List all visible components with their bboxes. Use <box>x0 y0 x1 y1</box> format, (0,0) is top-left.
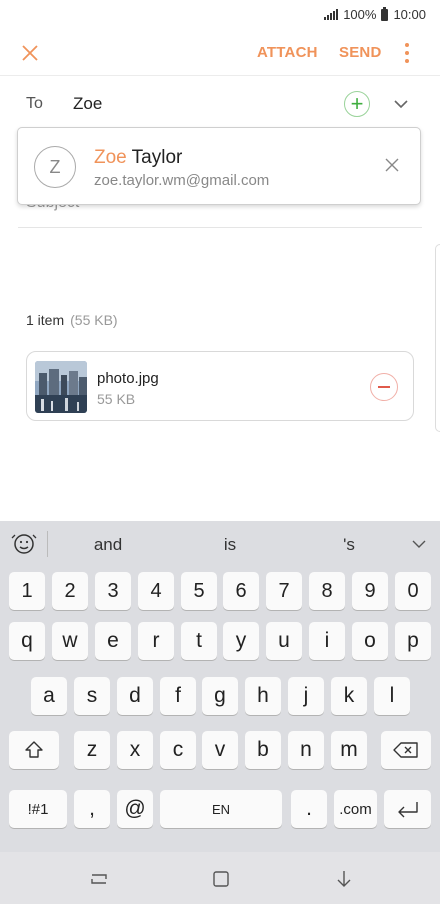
key-t[interactable]: t <box>181 622 217 660</box>
photo-thumbnail <box>35 361 87 413</box>
key-d[interactable]: d <box>117 677 153 715</box>
keyboard-suggestion-bar: and is 's <box>0 521 440 567</box>
key-6[interactable]: 6 <box>223 572 259 610</box>
word-suggestion[interactable]: is <box>190 535 270 555</box>
comma-key[interactable]: , <box>74 790 110 828</box>
add-recipient-icon[interactable]: + <box>344 91 370 117</box>
dotcom-key[interactable]: .com <box>334 790 377 828</box>
key-c[interactable]: c <box>160 731 196 769</box>
attachment-item[interactable]: photo.jpg 55 KB <box>26 351 414 421</box>
key-u[interactable]: u <box>266 622 302 660</box>
key-9[interactable]: 9 <box>352 572 388 610</box>
key-y[interactable]: y <box>223 622 259 660</box>
key-0[interactable]: 0 <box>395 572 431 610</box>
key-j[interactable]: j <box>288 677 324 715</box>
symbols-key[interactable]: !#1 <box>9 790 67 828</box>
to-field-row: To Zoe + <box>18 78 422 128</box>
key-a[interactable]: a <box>31 677 67 715</box>
enter-icon <box>397 802 418 818</box>
more-options-icon[interactable] <box>400 41 414 65</box>
key-m[interactable]: m <box>331 731 367 769</box>
key-b[interactable]: b <box>245 731 281 769</box>
key-s[interactable]: s <box>74 677 110 715</box>
period-key[interactable]: . <box>291 790 327 828</box>
attachment-total-size: (55 KB) <box>70 312 118 328</box>
edge-panel-handle[interactable] <box>435 244 440 432</box>
close-icon[interactable] <box>18 41 42 65</box>
chevron-down-icon[interactable] <box>411 537 427 551</box>
word-suggestion[interactable]: and <box>68 535 148 555</box>
home-icon[interactable] <box>210 868 232 890</box>
emoji-icon[interactable] <box>11 532 37 556</box>
attach-button[interactable]: ATTACH <box>257 44 318 61</box>
key-k[interactable]: k <box>331 677 367 715</box>
battery-percent: 100% <box>343 7 377 22</box>
key-5[interactable]: 5 <box>181 572 217 610</box>
suggestion-name-match: Zoe <box>94 147 127 168</box>
enter-key[interactable] <box>384 790 431 828</box>
key-r[interactable]: r <box>138 622 174 660</box>
key-3[interactable]: 3 <box>95 572 131 610</box>
remove-attachment-icon[interactable] <box>370 373 398 401</box>
key-q[interactable]: q <box>9 622 45 660</box>
key-w[interactable]: w <box>52 622 88 660</box>
clock: 10:00 <box>393 7 426 22</box>
hide-keyboard-icon[interactable] <box>333 868 355 890</box>
key-1[interactable]: 1 <box>9 572 45 610</box>
divider <box>47 531 48 557</box>
key-z[interactable]: z <box>74 731 110 769</box>
key-7[interactable]: 7 <box>266 572 302 610</box>
at-key[interactable]: @ <box>117 790 153 828</box>
space-key[interactable]: EN <box>160 790 282 828</box>
avatar: Z <box>34 146 76 188</box>
key-2[interactable]: 2 <box>52 572 88 610</box>
send-button[interactable]: SEND <box>339 44 381 61</box>
contact-suggestion[interactable]: Z Zoe Taylor zoe.taylor.wm@gmail.com <box>17 127 421 205</box>
recent-apps-icon[interactable] <box>88 868 110 890</box>
suggestion-name-rest: Taylor <box>126 147 183 168</box>
status-bar: 100% 10:00 <box>0 0 440 30</box>
key-o[interactable]: o <box>352 622 388 660</box>
battery-icon <box>381 6 389 21</box>
key-e[interactable]: e <box>95 622 131 660</box>
attachment-count: 1 item <box>26 312 65 328</box>
to-input[interactable]: Zoe <box>73 94 102 114</box>
chevron-down-icon[interactable] <box>392 95 410 113</box>
key-4[interactable]: 4 <box>138 572 174 610</box>
dismiss-suggestion-icon[interactable] <box>384 157 400 173</box>
signal-icon <box>324 9 339 20</box>
suggestion-name: Zoe Taylor <box>94 147 182 169</box>
attachment-name: photo.jpg <box>97 370 159 387</box>
word-suggestion[interactable]: 's <box>309 535 389 555</box>
key-p[interactable]: p <box>395 622 431 660</box>
compose-toolbar: ATTACH SEND <box>0 30 440 76</box>
suggestion-email: zoe.taylor.wm@gmail.com <box>94 172 270 189</box>
key-n[interactable]: n <box>288 731 324 769</box>
to-label: To <box>26 95 43 112</box>
key-x[interactable]: x <box>117 731 153 769</box>
key-h[interactable]: h <box>245 677 281 715</box>
navigation-bar <box>0 852 440 904</box>
key-f[interactable]: f <box>160 677 196 715</box>
key-i[interactable]: i <box>309 622 345 660</box>
key-v[interactable]: v <box>202 731 238 769</box>
backspace-key[interactable] <box>381 731 431 769</box>
keyboard: and is 's 1 2 3 4 5 6 7 8 9 0 q w e r t … <box>0 521 440 852</box>
attachment-summary: 1 item (55 KB) <box>26 312 118 328</box>
shift-key[interactable] <box>9 731 59 769</box>
attachment-size: 55 KB <box>97 391 136 407</box>
key-g[interactable]: g <box>202 677 238 715</box>
backspace-icon <box>393 742 418 758</box>
key-8[interactable]: 8 <box>309 572 345 610</box>
shift-icon <box>25 741 43 758</box>
key-l[interactable]: l <box>374 677 410 715</box>
